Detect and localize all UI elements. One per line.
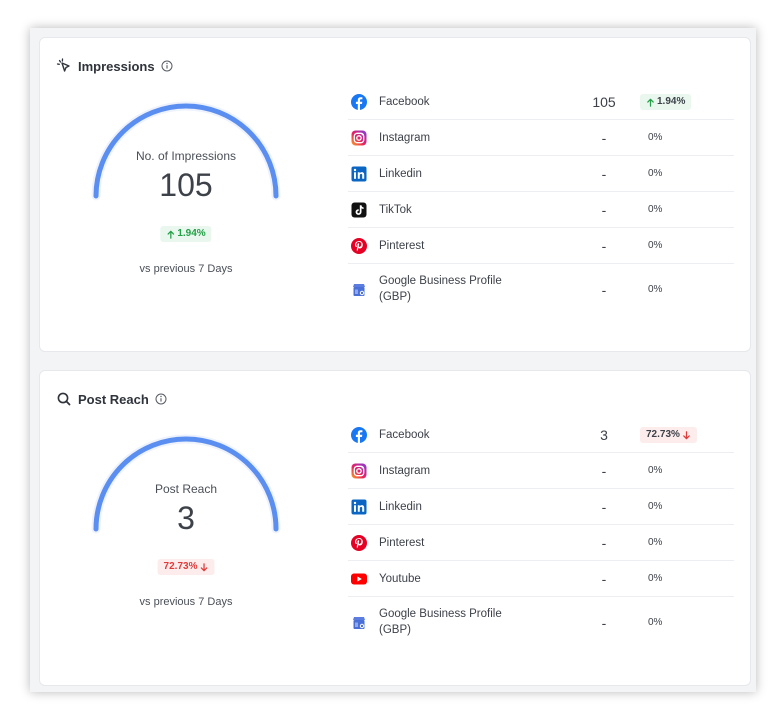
- platform-value: -: [601, 238, 607, 254]
- instagram-icon: [351, 130, 367, 146]
- youtube-icon: [351, 571, 367, 587]
- platform-value: -: [601, 282, 607, 298]
- gauge-value: 3: [177, 500, 195, 536]
- gauge-label: No. of Impressions: [135, 149, 237, 163]
- platform-change-badge: 72.73%: [640, 427, 697, 443]
- platform-change: 0%: [648, 617, 663, 628]
- google-business-icon: [351, 282, 367, 298]
- platform-name: Google Business Profile (GBP): [379, 275, 502, 303]
- platform-row-tiktok: TikTok - 0%: [348, 192, 734, 228]
- platform-value: -: [601, 130, 607, 146]
- platform-change-badge: 1.94%: [640, 94, 692, 110]
- search-icon: [56, 391, 72, 407]
- cursor-click-icon: [56, 58, 72, 74]
- platform-row-linkedin: Linkedin - 0%: [348, 156, 734, 192]
- platform-row-instagram: Instagram - 0%: [348, 453, 734, 489]
- platform-change: 0%: [648, 537, 663, 548]
- instagram-icon: [351, 463, 367, 479]
- platform-name: Pinterest: [379, 537, 425, 549]
- platform-name: Pinterest: [379, 240, 425, 252]
- platform-value: -: [601, 463, 607, 479]
- platform-name: Instagram: [379, 465, 431, 477]
- tiktok-icon: [351, 202, 367, 218]
- change-badge: 1.94%: [160, 226, 212, 242]
- platform-change: 0%: [648, 284, 663, 295]
- impressions-gauge: No. of Impressions 105 1.94% vs previous…: [86, 101, 286, 301]
- pinterest-icon: [351, 535, 367, 551]
- platform-row-linkedin: Linkedin - 0%: [348, 489, 734, 525]
- gauge-label: Post Reach: [154, 482, 218, 496]
- google-business-icon: [351, 615, 367, 631]
- change-text: 1.94%: [177, 228, 206, 239]
- linkedin-icon: [351, 166, 367, 182]
- comparison-text: vs previous 7 Days: [139, 596, 233, 608]
- platform-row-gbp: Google Business Profile (GBP) - 0%: [348, 264, 734, 316]
- impressions-card: Impressions No. of Impressions 105 1.94%…: [39, 37, 751, 352]
- info-icon[interactable]: [161, 60, 173, 72]
- platform-value: -: [601, 202, 607, 218]
- post-reach-header: Post Reach: [56, 390, 167, 408]
- linkedin-icon: [351, 499, 367, 515]
- platform-value: -: [601, 535, 607, 551]
- arrow-up-icon: [167, 230, 175, 239]
- post-reach-card: Post Reach Post Reach 3 72.73% vs previo…: [39, 370, 751, 686]
- post-reach-gauge: Post Reach 3 72.73% vs previous 7 Days: [86, 434, 286, 634]
- facebook-icon: [351, 427, 367, 443]
- facebook-icon: [351, 94, 367, 110]
- platform-value: -: [601, 615, 607, 631]
- platform-row-youtube: Youtube - 0%: [348, 561, 734, 597]
- platform-change: 0%: [648, 240, 663, 251]
- platform-row-facebook: Facebook 105 1.94%: [348, 84, 734, 120]
- platform-change: 0%: [648, 168, 663, 179]
- platform-row-pinterest: Pinterest - 0%: [348, 228, 734, 264]
- platform-name: Instagram: [379, 132, 431, 144]
- dashboard-frame: Impressions No. of Impressions 105 1.94%…: [30, 28, 756, 692]
- post-reach-title: Post Reach: [78, 391, 149, 407]
- arrow-down-icon: [683, 430, 690, 439]
- platform-name: Facebook: [379, 429, 430, 441]
- platform-name: Linkedin: [379, 501, 422, 513]
- comparison-text: vs previous 7 Days: [139, 263, 233, 275]
- platform-value: -: [601, 499, 607, 515]
- platform-name: TikTok: [379, 204, 412, 216]
- gauge-value: 105: [159, 167, 213, 203]
- change-text: 72.73%: [163, 561, 198, 572]
- platform-name: Youtube: [379, 573, 421, 585]
- platform-value: 105: [592, 94, 616, 110]
- post-reach-platform-list: Facebook 3 72.73% Instagram - 0% Linkedi…: [348, 417, 734, 649]
- platform-row-gbp: Google Business Profile (GBP) - 0%: [348, 597, 734, 649]
- pinterest-icon: [351, 238, 367, 254]
- platform-change: 72.73%: [646, 429, 680, 440]
- arrow-up-icon: [647, 98, 654, 107]
- platform-change: 0%: [648, 573, 663, 584]
- platform-name: Google Business Profile (GBP): [379, 608, 502, 636]
- platform-value: 3: [600, 427, 608, 443]
- impressions-title: Impressions: [78, 58, 155, 74]
- platform-row-facebook: Facebook 3 72.73%: [348, 417, 734, 453]
- impressions-header: Impressions: [56, 57, 173, 75]
- platform-value: -: [601, 571, 607, 587]
- platform-change: 0%: [648, 132, 663, 143]
- info-icon[interactable]: [155, 393, 167, 405]
- platform-change: 0%: [648, 501, 663, 512]
- platform-row-pinterest: Pinterest - 0%: [348, 525, 734, 561]
- platform-change: 0%: [648, 204, 663, 215]
- platform-name: Facebook: [379, 96, 430, 108]
- platform-value: -: [601, 166, 607, 182]
- platform-change: 0%: [648, 465, 663, 476]
- impressions-platform-list: Facebook 105 1.94% Instagram - 0% Linked…: [348, 84, 734, 316]
- change-badge: 72.73%: [157, 559, 215, 575]
- platform-row-instagram: Instagram - 0%: [348, 120, 734, 156]
- platform-change: 1.94%: [657, 96, 686, 107]
- arrow-down-icon: [200, 562, 208, 571]
- platform-name: Linkedin: [379, 168, 422, 180]
